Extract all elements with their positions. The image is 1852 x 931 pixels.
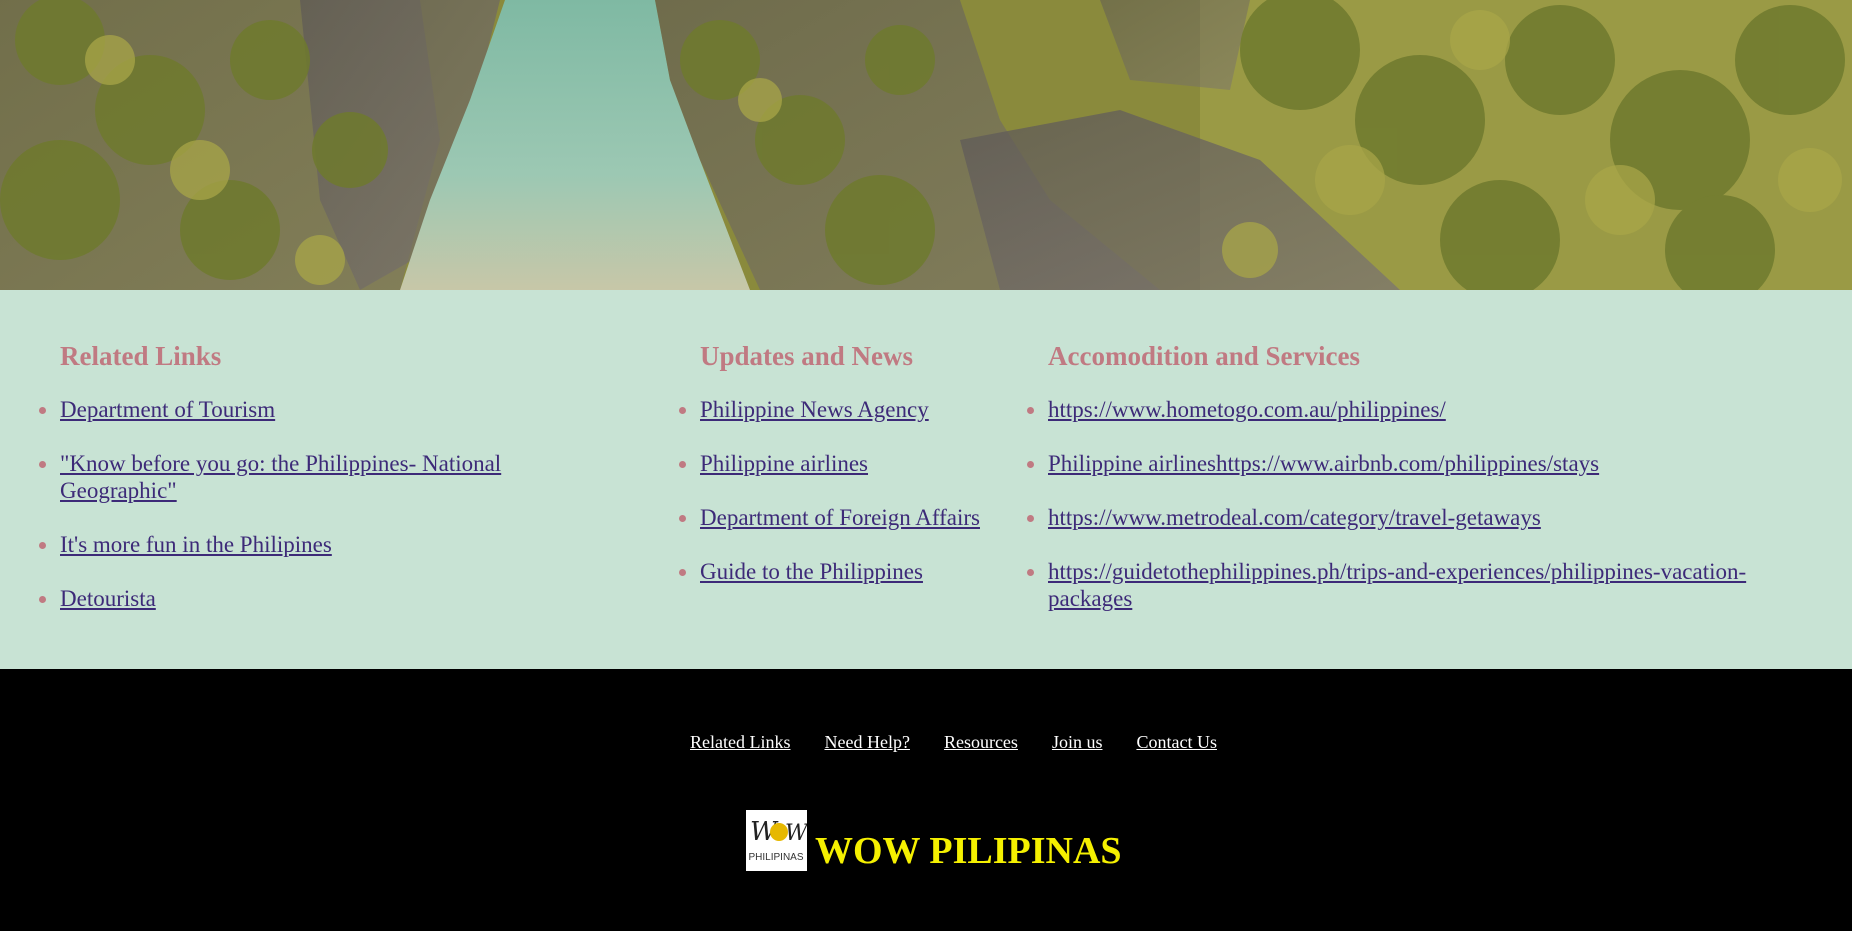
list-item: https://www.hometogo.com.au/philippines/ xyxy=(1027,396,1808,423)
accommodation-heading: Accomodition and Services xyxy=(1048,341,1360,371)
related-links-heading: Related Links xyxy=(60,341,222,371)
list-item: Philippine airlines xyxy=(679,450,990,477)
aerial-lagoon-photo xyxy=(0,0,1852,290)
link-philippine-airlines[interactable]: Philippine airlines xyxy=(700,451,868,476)
link-hometogo[interactable]: https://www.hometogo.com.au/philippines/ xyxy=(1048,397,1446,422)
link-department-of-tourism[interactable]: Department of Tourism xyxy=(60,397,275,422)
list-item: Guide to the Philippines xyxy=(679,558,990,585)
svg-text:W: W xyxy=(785,821,807,846)
link-detourista[interactable]: Detourista xyxy=(60,586,156,611)
accommodation-list: https://www.hometogo.com.au/philippines/… xyxy=(1027,396,1808,612)
brand: W W PHILIPINAS WOW PILIPINAS xyxy=(746,810,1122,871)
link-guide-to-philippines[interactable]: Guide to the Philippines xyxy=(700,559,923,584)
link-metrodeal[interactable]: https://www.metrodeal.com/category/trave… xyxy=(1048,505,1541,530)
list-item: Philippine airlineshttps://www.airbnb.co… xyxy=(1027,450,1808,477)
links-section: Related Links Department of Tourism "Kno… xyxy=(0,290,1852,669)
list-item: It's more fun in the Philipines xyxy=(39,531,580,558)
link-airbnb[interactable]: Philippine airlineshttps://www.airbnb.co… xyxy=(1048,451,1599,476)
footer-link-resources[interactable]: Resources xyxy=(944,732,1018,753)
link-philippine-news-agency[interactable]: Philippine News Agency xyxy=(700,397,929,422)
related-links-column: Related Links Department of Tourism "Kno… xyxy=(39,340,580,639)
brand-name: WOW PILIPINAS xyxy=(815,830,1122,872)
link-more-fun-philippines[interactable]: It's more fun in the Philipines xyxy=(60,532,332,557)
related-links-list: Department of Tourism "Know before you g… xyxy=(39,396,580,612)
list-item: https://www.metrodeal.com/category/trave… xyxy=(1027,504,1808,531)
list-item: Philippine News Agency xyxy=(679,396,990,423)
wow-pilipinas-logo: W W PHILIPINAS xyxy=(746,810,810,871)
list-item: "Know before you go: the Philippines- Na… xyxy=(39,450,580,504)
link-guidetothephilippines[interactable]: https://guidetothephilippines.ph/trips-a… xyxy=(1048,559,1746,611)
logo-icon: W W PHILIPINAS xyxy=(746,810,810,871)
hero-image xyxy=(0,0,1852,290)
updates-news-heading: Updates and News xyxy=(700,341,914,371)
footer-link-join-us[interactable]: Join us xyxy=(1052,732,1103,753)
link-national-geographic[interactable]: "Know before you go: the Philippines- Na… xyxy=(60,451,501,503)
link-department-foreign-affairs[interactable]: Department of Foreign Affairs xyxy=(700,505,980,530)
footer: Related Links Need Help? Resources Join … xyxy=(0,669,1852,931)
updates-news-list: Philippine News Agency Philippine airlin… xyxy=(679,396,990,585)
footer-nav: Related Links Need Help? Resources Join … xyxy=(690,732,1217,753)
footer-link-need-help[interactable]: Need Help? xyxy=(824,732,909,753)
list-item: Department of Foreign Affairs xyxy=(679,504,990,531)
accommodation-column: Accomodition and Services https://www.ho… xyxy=(1027,340,1808,639)
list-item: Department of Tourism xyxy=(39,396,580,423)
updates-news-column: Updates and News Philippine News Agency … xyxy=(679,340,990,612)
list-item: https://guidetothephilippines.ph/trips-a… xyxy=(1027,558,1808,612)
footer-link-contact-us[interactable]: Contact Us xyxy=(1136,732,1217,753)
list-item: Detourista xyxy=(39,585,580,612)
footer-link-related-links[interactable]: Related Links xyxy=(690,732,790,753)
svg-text:PHILIPINAS: PHILIPINAS xyxy=(748,852,803,863)
